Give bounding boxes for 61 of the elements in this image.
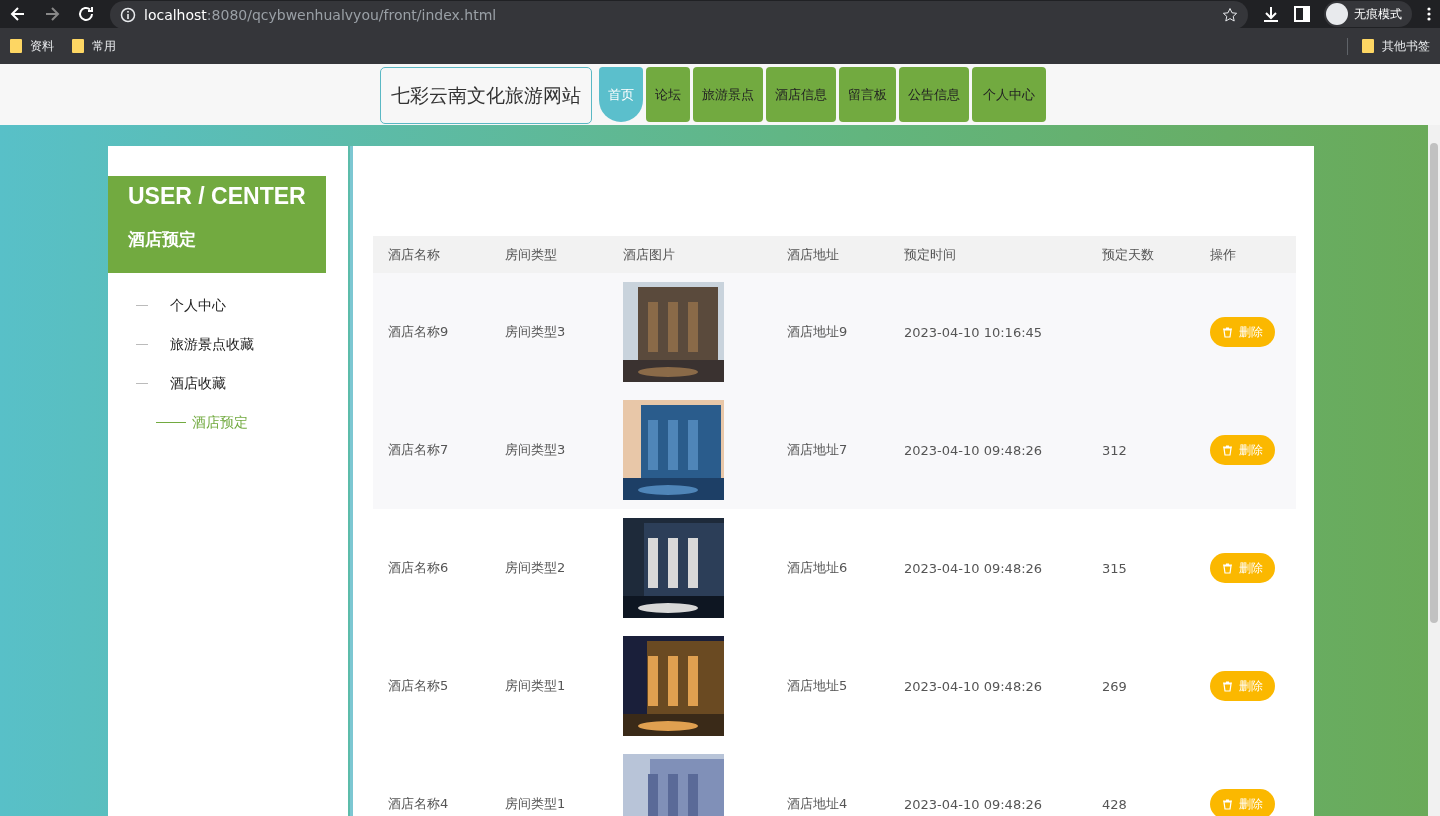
section-subtitle: 酒店预定 — [128, 227, 197, 251]
column-header: 酒店名称 — [373, 236, 490, 273]
table-cell: 2023-04-10 09:48:26 — [904, 560, 1043, 576]
sidebar-item[interactable]: 个人中心 — [170, 296, 226, 315]
table-cell: 269 — [1102, 678, 1127, 694]
scrollbar[interactable] — [1428, 125, 1440, 816]
table-cell: 428 — [1102, 796, 1127, 812]
table-cell: 酒店地址7 — [787, 442, 848, 457]
sidebar-item[interactable]: 旅游景点收藏 — [170, 335, 254, 354]
nav-tab[interactable]: 公告信息 — [899, 67, 969, 122]
trash-icon — [1222, 680, 1233, 692]
side-panel-icon[interactable] — [1294, 6, 1310, 22]
column-header: 酒店图片 — [608, 236, 772, 273]
trash-icon — [1222, 444, 1233, 456]
table-cell: 酒店名称9 — [388, 324, 449, 339]
table-cell: 312 — [1102, 442, 1127, 458]
column-header: 操作 — [1195, 236, 1296, 273]
incognito-button[interactable]: 无痕模式 — [1324, 1, 1412, 27]
address-bar[interactable]: localhost:8080/qcybwenhualvyou/front/index.html — [110, 1, 1248, 29]
sidebar-item[interactable]: 酒店收藏 — [170, 374, 226, 393]
nav-tab[interactable]: 酒店信息 — [766, 67, 836, 122]
nav-tab[interactable]: 论坛 — [646, 67, 690, 122]
table-cell: 2023-04-10 09:48:26 — [904, 678, 1043, 694]
table-cell: 房间类型3 — [505, 442, 566, 457]
table-cell: 2023-04-10 10:16:45 — [904, 324, 1043, 340]
table-cell: 酒店地址5 — [787, 678, 848, 693]
table-cell: 房间类型3 — [505, 324, 566, 339]
column-header: 酒店地址 — [772, 236, 889, 273]
trash-icon — [1222, 326, 1233, 338]
table-cell: 315 — [1102, 560, 1127, 576]
download-icon[interactable] — [1262, 5, 1280, 23]
table-cell: 2023-04-10 09:48:26 — [904, 796, 1043, 812]
column-header: 预定时间 — [889, 236, 1087, 273]
nav-tab[interactable]: 留言板 — [839, 67, 896, 122]
table-cell: 酒店地址4 — [787, 796, 848, 811]
bookmark-item[interactable]: 常用 — [72, 37, 116, 55]
table-cell: 房间类型2 — [505, 560, 566, 575]
column-header: 预定天数 — [1087, 236, 1195, 273]
info-icon[interactable] — [120, 7, 136, 23]
reload-icon[interactable] — [76, 4, 96, 24]
url-text: localhost:8080/qcybwenhualvyou/front/index.html — [144, 7, 497, 23]
table-cell: 酒店名称6 — [388, 560, 449, 575]
table-cell: 酒店地址6 — [787, 560, 848, 575]
section-title: USER / CENTER — [128, 182, 306, 211]
table-cell: 2023-04-10 09:48:26 — [904, 442, 1043, 458]
column-header: 房间类型 — [490, 236, 608, 273]
nav-tab[interactable]: 旅游景点 — [693, 67, 763, 122]
bookmark-item[interactable]: 资料 — [10, 37, 54, 55]
table-cell: 酒店名称5 — [388, 678, 449, 693]
table-cell: 房间类型1 — [505, 796, 566, 811]
bookmark-item[interactable]: 其他书签 — [1347, 37, 1430, 55]
trash-icon — [1222, 798, 1233, 810]
menu-icon[interactable] — [1426, 6, 1432, 22]
table-cell: 酒店名称7 — [388, 442, 449, 457]
nav-tab[interactable]: 个人中心 — [972, 67, 1046, 122]
table-cell: 酒店地址9 — [787, 324, 848, 339]
trash-icon — [1222, 562, 1233, 574]
table-cell: 酒店名称4 — [388, 796, 449, 811]
site-title: 七彩云南文化旅游网站 — [380, 67, 592, 124]
star-icon[interactable] — [1222, 7, 1238, 23]
table-cell: 房间类型1 — [505, 678, 566, 693]
